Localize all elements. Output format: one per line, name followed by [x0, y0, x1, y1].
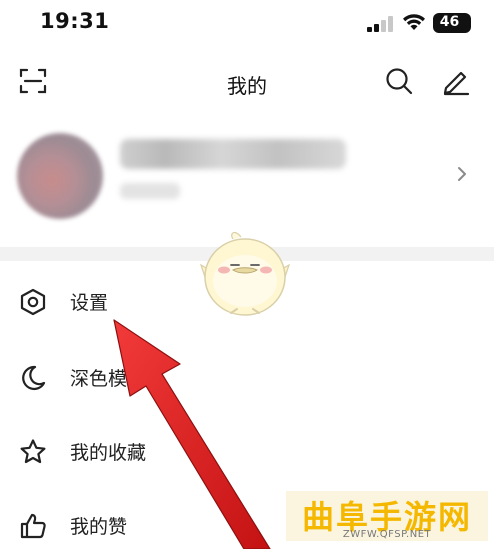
cellular-signal-icon — [367, 16, 393, 32]
battery-percent: 46 — [439, 14, 460, 30]
search-icon[interactable] — [385, 66, 413, 96]
username-blurred[interactable] — [120, 139, 346, 169]
watermark: 曲阜手游网 ZWFW.QFSP.NET — [286, 491, 488, 541]
menu-item-label: 设置 — [70, 292, 109, 314]
wifi-icon — [403, 14, 425, 30]
watermark-url: ZWFW.QFSP.NET — [342, 529, 432, 540]
status-time: 19:31 — [40, 9, 110, 33]
mascot-sticker — [199, 231, 291, 316]
star-icon — [20, 439, 46, 464]
user-subtitle-blurred — [120, 183, 180, 199]
thumbs-up-icon — [20, 513, 46, 539]
edit-icon[interactable] — [441, 66, 471, 96]
hexagon-gear-icon — [20, 288, 46, 316]
chevron-right-icon[interactable] — [455, 165, 469, 183]
moon-icon — [22, 365, 46, 391]
annotation-arrow — [113, 319, 271, 549]
page-title: 我的 — [227, 74, 267, 98]
avatar[interactable] — [17, 133, 103, 219]
battery-indicator: 46 — [433, 13, 471, 33]
